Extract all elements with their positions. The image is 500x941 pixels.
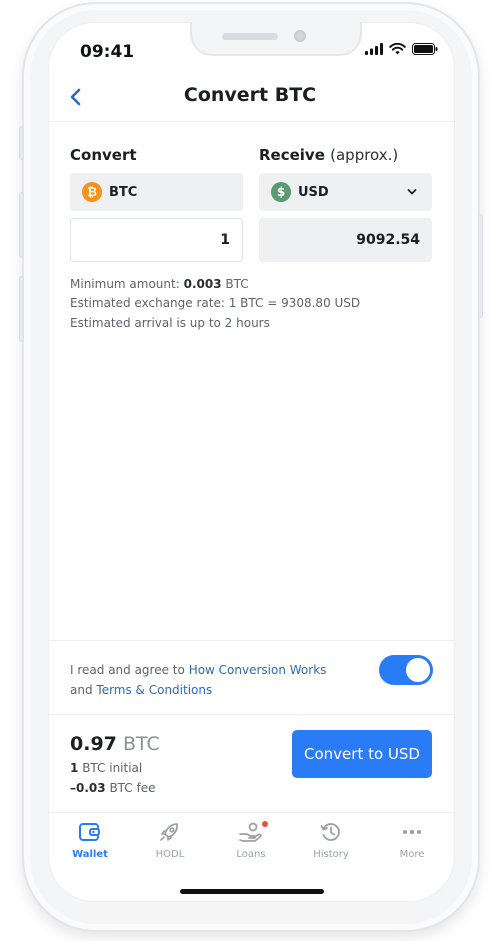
page-title: Convert BTC xyxy=(183,84,317,106)
status-time: 09:41 xyxy=(80,42,135,62)
arrival-info: Estimated arrival is up to 2 hours xyxy=(70,316,270,330)
header-divider xyxy=(49,121,454,122)
minimum-amount-prefix: Minimum amount: xyxy=(70,277,180,291)
convert-currency-label: BTC xyxy=(109,184,138,200)
tab-wallet[interactable]: Wallet xyxy=(55,821,125,860)
convert-amount-value: 1 xyxy=(220,232,230,248)
tab-loans-label: Loans xyxy=(236,849,266,860)
minimum-amount-unit: BTC xyxy=(225,277,249,291)
convert-button[interactable]: Convert to USD xyxy=(292,730,432,778)
rocket-icon xyxy=(160,823,179,841)
initial-amount-label: BTC initial xyxy=(82,761,143,775)
phone-volume-down xyxy=(19,276,24,342)
exchange-rate-info: Estimated exchange rate: 1 BTC = 9308.80… xyxy=(70,296,361,310)
convert-label: Convert xyxy=(70,146,137,164)
agreement-text: I read and agree to How Conversion Works… xyxy=(70,660,360,700)
tab-loans[interactable]: Loans xyxy=(216,821,286,860)
receive-amount-field: 9092.54 xyxy=(259,218,432,262)
status-icons xyxy=(365,43,438,55)
convert-amount-input[interactable]: 1 xyxy=(70,218,243,262)
home-indicator[interactable] xyxy=(180,889,324,894)
fee-amount-value: –0.03 xyxy=(70,781,106,795)
agreement-toggle[interactable] xyxy=(379,655,433,685)
receive-currency-select[interactable]: $ USD xyxy=(259,173,432,211)
dollar-icon: $ xyxy=(271,182,291,202)
wallet-icon xyxy=(79,823,100,841)
total-amount-value: 0.97 xyxy=(70,733,117,755)
receive-label: Receive (approx.) xyxy=(259,146,398,164)
initial-amount-value: 1 xyxy=(70,761,79,775)
loans-hand-icon xyxy=(239,822,262,842)
total-amount: 0.97 BTC xyxy=(70,733,160,755)
history-clock-icon xyxy=(320,823,340,841)
total-amount-unit: BTC xyxy=(122,733,160,755)
agreement-divider-top xyxy=(49,640,454,641)
battery-icon xyxy=(412,43,438,55)
loans-badge xyxy=(262,821,268,827)
tab-bar: Wallet HODL Loans History More xyxy=(49,812,454,872)
toggle-knob xyxy=(406,658,430,682)
signal-icon xyxy=(365,43,383,55)
receive-label-suffix: (approx.) xyxy=(330,146,399,164)
bitcoin-icon: ₿ xyxy=(82,182,102,202)
phone-power-button xyxy=(478,214,483,318)
receive-amount-value: 9092.54 xyxy=(356,232,420,248)
agreement-divider-bottom xyxy=(49,714,454,715)
tab-history-label: History xyxy=(313,849,349,860)
phone-silent-switch xyxy=(19,126,24,160)
tab-history[interactable]: History xyxy=(296,821,366,860)
agreement-conjunction: and xyxy=(70,683,93,697)
tab-wallet-label: Wallet xyxy=(72,849,108,860)
tab-more-label: More xyxy=(399,849,425,860)
initial-amount: 1 BTC initial xyxy=(70,761,142,775)
agreement-prefix: I read and agree to xyxy=(70,663,185,677)
receive-currency-label: USD xyxy=(298,184,329,200)
terms-conditions-link[interactable]: Terms & Conditions xyxy=(96,683,212,697)
tab-hodl[interactable]: HODL xyxy=(135,821,205,860)
fee-amount-label: BTC fee xyxy=(109,781,156,795)
tab-hodl-label: HODL xyxy=(155,849,185,860)
front-camera xyxy=(294,30,306,42)
how-conversion-works-link[interactable]: How Conversion Works xyxy=(189,663,327,677)
more-dots-icon xyxy=(403,830,421,834)
wifi-icon xyxy=(389,43,406,55)
phone-volume-up xyxy=(19,192,24,258)
fee-amount: –0.03 BTC fee xyxy=(70,781,155,795)
receive-label-main: Receive xyxy=(259,146,325,164)
tab-more[interactable]: More xyxy=(377,821,447,860)
speaker xyxy=(222,33,278,40)
chevron-down-icon xyxy=(407,189,417,195)
minimum-amount-info: Minimum amount: 0.003 BTC xyxy=(70,277,249,291)
convert-currency-select[interactable]: ₿ BTC xyxy=(70,173,243,211)
minimum-amount-value: 0.003 xyxy=(183,277,222,291)
